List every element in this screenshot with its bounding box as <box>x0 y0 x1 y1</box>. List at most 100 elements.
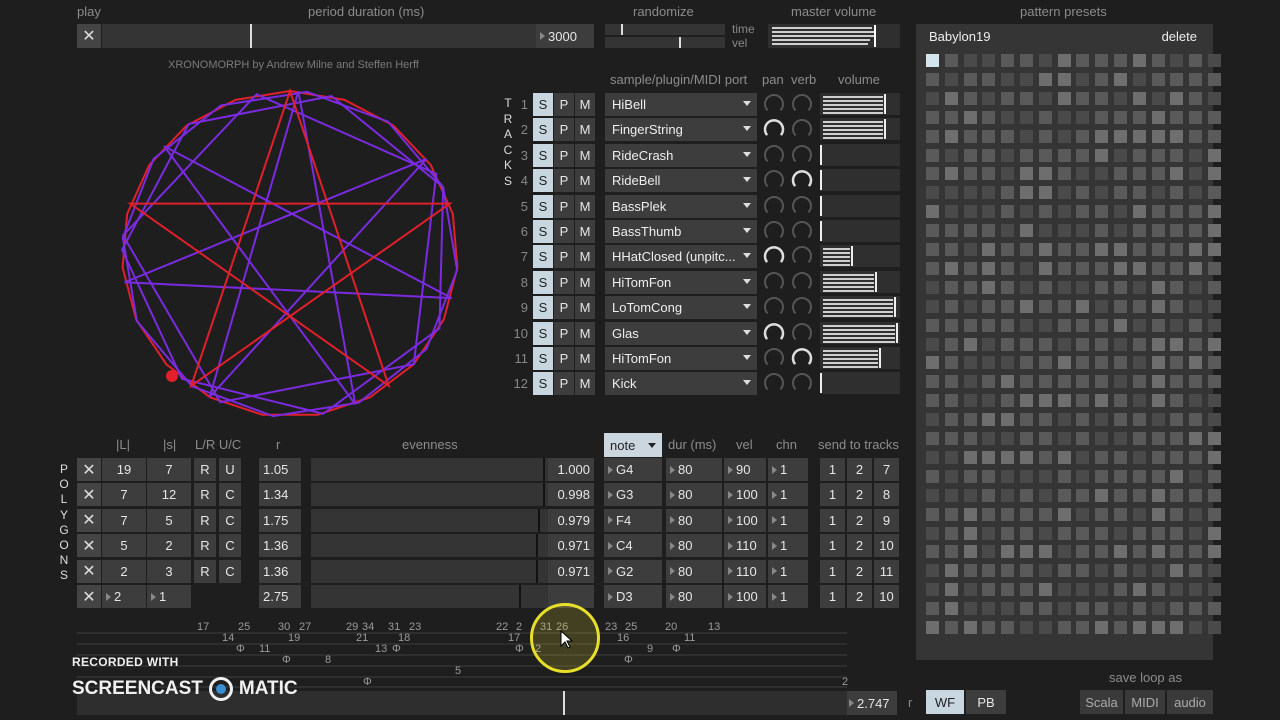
preset-cell[interactable] <box>1189 356 1203 370</box>
verb-knob[interactable] <box>791 296 813 318</box>
preset-cell[interactable] <box>1095 526 1109 540</box>
polygon-s-field[interactable]: 7 <box>147 458 191 481</box>
polygon-remove-button[interactable]: ✕ <box>77 483 101 507</box>
preset-cell[interactable] <box>963 356 977 370</box>
preset-cell[interactable] <box>944 110 958 124</box>
verb-knob[interactable] <box>791 169 813 191</box>
preset-cell[interactable] <box>1095 205 1109 219</box>
track-volume-slider[interactable] <box>820 372 900 395</box>
preset-cell[interactable] <box>1189 186 1203 200</box>
pb-button[interactable]: PB <box>966 690 1006 714</box>
preset-cell[interactable] <box>1038 318 1052 332</box>
preset-cell[interactable] <box>1057 337 1071 351</box>
preset-cell[interactable] <box>1020 337 1033 351</box>
polygon-r-field[interactable]: 1.36 <box>259 534 301 558</box>
preset-cell[interactable] <box>1057 432 1071 445</box>
preset-cell[interactable] <box>1189 167 1203 181</box>
polygon-lr-toggle[interactable]: R <box>194 534 216 558</box>
preset-cell[interactable] <box>1114 526 1127 540</box>
polygon-dur-field[interactable]: 80 <box>666 483 722 507</box>
preset-cell[interactable] <box>1208 91 1221 105</box>
send-track-field[interactable]: 1 <box>820 508 845 532</box>
polygon-L-field[interactable]: 2 <box>102 559 146 583</box>
randomize-vel-slider[interactable] <box>605 37 725 48</box>
preset-cell[interactable] <box>1020 318 1033 332</box>
preset-cell[interactable] <box>1020 583 1033 597</box>
preset-cell[interactable] <box>1132 243 1146 256</box>
pan-knob[interactable] <box>763 169 785 191</box>
wf-button[interactable]: WF <box>926 690 964 714</box>
preset-cell[interactable] <box>1038 72 1052 86</box>
preset-cell[interactable] <box>1076 243 1090 256</box>
track-mute-button[interactable]: M <box>575 169 595 193</box>
preset-cell[interactable] <box>944 54 958 67</box>
polygon-dur-field[interactable]: 80 <box>666 458 722 481</box>
track-mute-button[interactable]: M <box>575 220 595 243</box>
preset-cell[interactable] <box>1170 488 1184 502</box>
preset-cell[interactable] <box>926 545 939 559</box>
preset-cell[interactable] <box>1208 602 1221 616</box>
preset-cell[interactable] <box>1076 72 1090 86</box>
preset-cell[interactable] <box>1001 469 1015 483</box>
preset-cell[interactable] <box>1132 413 1146 427</box>
preset-cell[interactable] <box>1132 375 1146 389</box>
preset-cell[interactable] <box>1001 488 1015 502</box>
preset-cell[interactable] <box>1038 91 1052 105</box>
track-port-dropdown[interactable]: BassThumb <box>605 220 757 243</box>
preset-cell[interactable] <box>1132 394 1146 408</box>
preset-cell[interactable] <box>1208 526 1221 540</box>
track-mute-button[interactable]: M <box>575 347 595 370</box>
preset-cell[interactable] <box>1189 148 1203 162</box>
track-port-dropdown[interactable]: BassPlek <box>605 194 757 218</box>
preset-cell[interactable] <box>1038 280 1052 294</box>
preset-cell[interactable] <box>1001 129 1015 143</box>
preset-cell[interactable] <box>1114 413 1127 427</box>
track-solo-button[interactable]: S <box>533 321 553 345</box>
send-track-field[interactable]: 1 <box>820 458 845 481</box>
preset-cell[interactable] <box>1038 394 1052 408</box>
preset-cell[interactable] <box>963 148 977 162</box>
verb-knob[interactable] <box>791 220 813 242</box>
preset-cell[interactable] <box>1020 507 1033 521</box>
preset-cell[interactable] <box>1208 337 1221 351</box>
preset-cell[interactable] <box>1038 129 1052 143</box>
preset-cell[interactable] <box>926 432 939 445</box>
preset-cell[interactable] <box>1132 54 1146 67</box>
preset-cell[interactable] <box>926 280 939 294</box>
save-scala-button[interactable]: Scala <box>1080 690 1123 714</box>
preset-cell[interactable] <box>1114 148 1127 162</box>
preset-cell[interactable] <box>1170 507 1184 521</box>
preset-cell[interactable] <box>982 91 996 105</box>
polygon-note-field[interactable]: G3 <box>604 483 662 507</box>
track-solo-button[interactable]: S <box>533 93 553 116</box>
preset-cell[interactable] <box>1151 375 1165 389</box>
preset-cell[interactable] <box>1170 205 1184 219</box>
preset-cell[interactable] <box>1095 602 1109 616</box>
preset-cell[interactable] <box>1001 394 1015 408</box>
preset-cell[interactable] <box>1189 564 1203 578</box>
verb-knob[interactable] <box>791 372 813 394</box>
preset-cell[interactable] <box>944 148 958 162</box>
preset-cell[interactable] <box>1020 72 1033 86</box>
preset-cell[interactable] <box>1151 564 1165 578</box>
preset-cell[interactable] <box>982 148 996 162</box>
pan-knob[interactable] <box>763 118 785 140</box>
preset-cell[interactable] <box>1038 450 1052 464</box>
preset-cell[interactable] <box>963 72 977 86</box>
preset-cell[interactable] <box>1132 583 1146 597</box>
save-audio-button[interactable]: audio <box>1167 690 1213 714</box>
preset-cell[interactable] <box>1095 129 1109 143</box>
preset-cell[interactable] <box>1001 261 1015 275</box>
preset-cell[interactable] <box>963 413 977 427</box>
preset-cell[interactable] <box>1020 205 1033 219</box>
preset-cell[interactable] <box>1132 450 1146 464</box>
track-solo-button[interactable]: S <box>533 372 553 396</box>
track-p-button[interactable]: P <box>554 245 574 269</box>
preset-cell[interactable] <box>1076 280 1090 294</box>
preset-cell[interactable] <box>963 318 977 332</box>
preset-cell[interactable] <box>1189 261 1203 275</box>
send-track-field[interactable]: 2 <box>847 483 872 507</box>
polygon-r-field[interactable]: 1.75 <box>259 508 301 532</box>
preset-cell[interactable] <box>982 280 996 294</box>
preset-cell[interactable] <box>926 375 939 389</box>
